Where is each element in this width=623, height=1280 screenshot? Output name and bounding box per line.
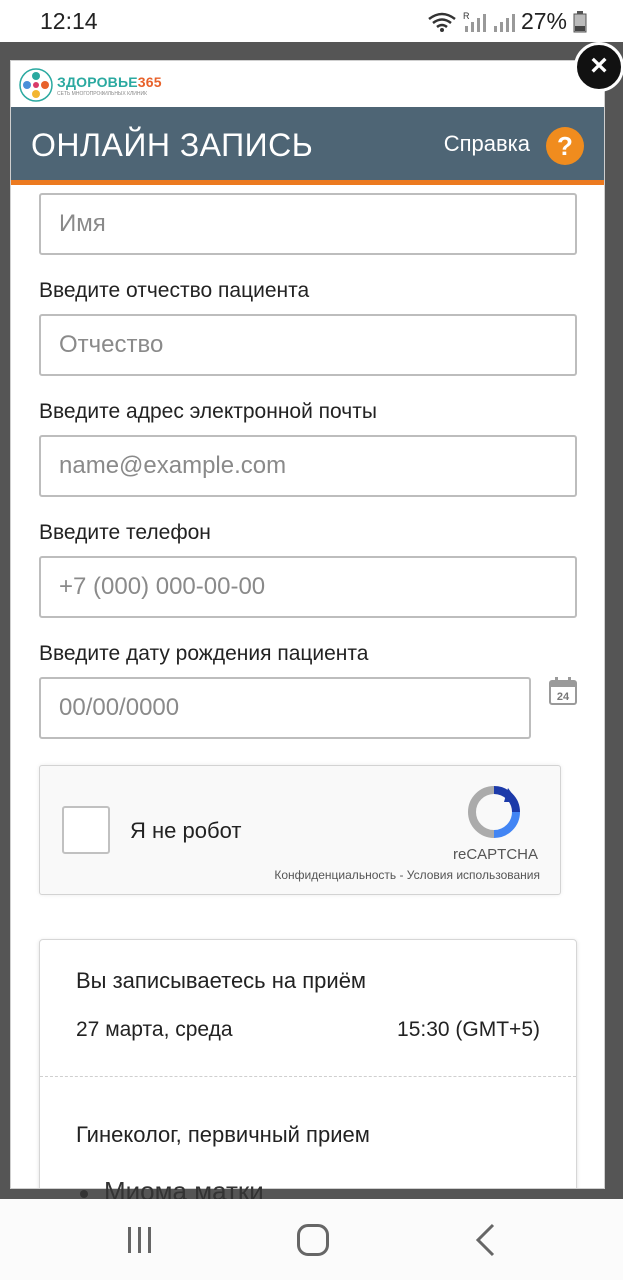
booking-summary-card: Вы записываетесь на приём 27 марта, сред… — [39, 939, 577, 1188]
recents-icon[interactable] — [126, 1225, 154, 1255]
terms-link[interactable]: Условия использования — [407, 868, 540, 882]
signal-icon — [493, 13, 515, 32]
privacy-link[interactable]: Конфиденциальность — [274, 868, 396, 882]
logo-number: 365 — [137, 73, 162, 90]
email-field[interactable] — [39, 435, 577, 497]
logo-bar: ЗДОРОВЬЕ365 СЕТЬ МНОГОПРОФИЛЬНЫХ КЛИНИК — [11, 61, 604, 107]
status-bar: 12:14 R 27% — [0, 0, 623, 42]
calendar-icon[interactable]: 24 — [549, 677, 577, 705]
logo-subtitle: СЕТЬ МНОГОПРОФИЛЬНЫХ КЛИНИК — [57, 90, 147, 97]
status-time: 12:14 — [40, 8, 98, 34]
roaming-indicator: R — [463, 11, 470, 21]
recaptcha-brand: reCAPTCHA — [452, 846, 538, 863]
logo-name: ЗДОРОВЬЕ365 — [57, 74, 162, 90]
patronymic-label: Введите отчество пациента — [39, 279, 310, 302]
phone-label: Введите телефон — [39, 521, 211, 544]
recaptcha-widget: Я не робот reCAPTCHA Конфиденциальность … — [39, 765, 561, 895]
online-booking-modal: ЗДОРОВЬЕ365 СЕТЬ МНОГОПРОФИЛЬНЫХ КЛИНИК … — [10, 60, 605, 1189]
birth-date-label: Введите дату рождения пациента — [39, 642, 369, 665]
first-name-field[interactable] — [39, 193, 577, 255]
battery-percent: 27% — [520, 8, 567, 34]
signal-roaming-icon: R — [463, 11, 486, 32]
logo-name-text: ЗДОРОВЬЕ — [57, 73, 138, 90]
background-bullet — [80, 1190, 88, 1198]
clinic-logo: ЗДОРОВЬЕ365 СЕТЬ МНОГОПРОФИЛЬНЫХ КЛИНИК — [19, 68, 162, 102]
appointment-service: Гинеколог, первичный прием — [76, 1122, 370, 1147]
recaptcha-logo-icon — [468, 786, 520, 838]
calendar-icon-day: 24 — [557, 691, 570, 703]
help-link[interactable]: Справка — [444, 131, 530, 157]
birth-date-field[interactable] — [39, 677, 531, 739]
help-icon[interactable]: ? — [546, 127, 584, 165]
page-title: ОНЛАЙН ЗАПИСЬ — [31, 127, 314, 163]
appointment-date: 27 марта, среда — [76, 1018, 233, 1041]
email-label: Введите адрес электронной почты — [39, 400, 377, 423]
back-icon[interactable] — [474, 1223, 496, 1257]
modal-header: ОНЛАЙН ЗАПИСЬ Справка ? — [11, 107, 604, 185]
recaptcha-links: Конфиденциальность - Условия использован… — [274, 868, 540, 882]
logo-icon — [19, 68, 53, 102]
logo-text-block: ЗДОРОВЬЕ365 СЕТЬ МНОГОПРОФИЛЬНЫХ КЛИНИК — [57, 74, 162, 97]
phone-field[interactable] — [39, 556, 577, 618]
links-separator: - — [396, 868, 407, 882]
recaptcha-label: Я не робот — [130, 818, 242, 843]
system-nav-bar — [0, 1199, 623, 1280]
summary-title: Вы записываетесь на приём — [76, 968, 367, 993]
battery-icon — [573, 10, 587, 32]
home-icon[interactable] — [297, 1224, 329, 1256]
appointment-time: 15:30 (GMT+5) — [397, 1018, 540, 1041]
patronymic-field[interactable] — [39, 314, 577, 376]
status-indicators: R 27% — [427, 8, 587, 35]
summary-divider — [40, 1076, 576, 1077]
close-button[interactable]: × — [574, 42, 623, 92]
wifi-icon — [428, 12, 456, 32]
recaptcha-checkbox[interactable] — [62, 806, 110, 854]
close-icon: × — [590, 49, 608, 82]
